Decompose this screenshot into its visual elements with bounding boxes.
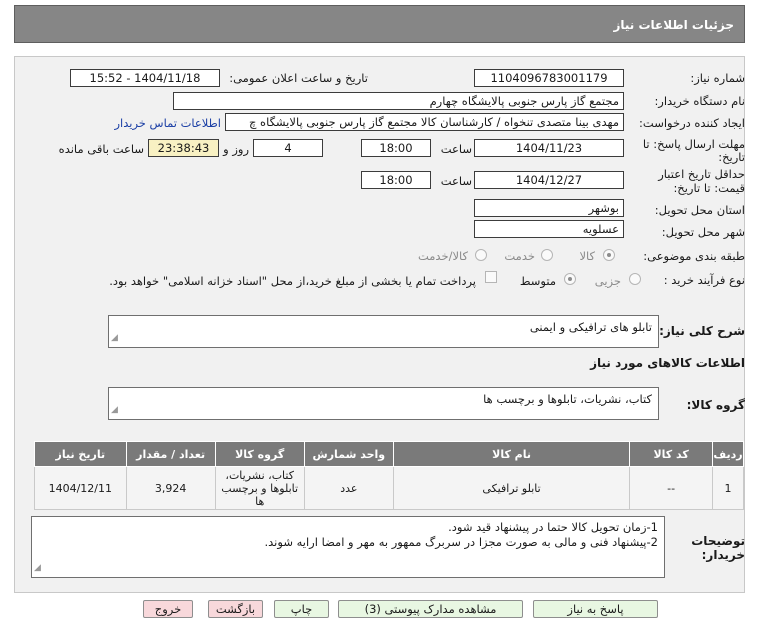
remaining-time-field: 23:38:43 [148, 139, 219, 157]
back-button[interactable]: بازگشت [208, 600, 263, 618]
col-row-header: ردیف [712, 441, 744, 467]
buyer-notes-textarea[interactable]: 1-زمان تحویل کالا حتما در پیشنهاد قید شو… [31, 516, 665, 578]
resize-grip-icon: ◢ [111, 405, 118, 415]
reply-time-field: 18:00 [361, 139, 431, 157]
col-name-header: نام کالا [392, 441, 631, 467]
price-validity-label: حداقل تاریخ اعتبار [658, 167, 745, 181]
category-radio-service[interactable] [541, 249, 553, 261]
goods-group-textarea[interactable]: کتاب، نشریات، تابلوها و برچسب ها ◢ [108, 387, 659, 420]
days-field: 4 [253, 139, 323, 157]
cell-code: -- [629, 466, 714, 510]
category-option-goods: کالا [579, 249, 595, 263]
validity-time-field: 18:00 [361, 171, 431, 189]
buyer-notes-label: توضیحات [691, 534, 745, 548]
resize-grip-icon: ◢ [34, 563, 41, 573]
process-radio-medium[interactable] [564, 273, 576, 285]
table-header-row: ردیف کد کالا نام کالا واحد شمارش گروه کا… [34, 441, 744, 467]
remaining-label: ساعت باقی مانده [58, 142, 144, 156]
description-textarea[interactable]: تابلو های ترافیکی و ایمنی ◢ [108, 315, 659, 348]
province-label: استان محل تحویل: [654, 203, 745, 217]
resize-grip-icon: ◢ [111, 333, 118, 343]
category-option-service: خدمت [504, 249, 535, 263]
category-label: طبقه بندی موضوعی: [643, 249, 745, 263]
city-field: عسلویه [474, 220, 624, 238]
reply-time-label: ساعت [440, 142, 472, 156]
buyer-notes-line-1: 1-زمان تحویل کالا حتما در پیشنهاد قید شو… [448, 520, 658, 534]
process-option-medium: متوسط [519, 274, 556, 288]
cell-group: کتاب، نشریات، تابلوها و برچسب ها [214, 466, 305, 510]
col-qty-header: تعداد / مقدار [125, 441, 216, 467]
cell-date: 1404/12/11 [34, 466, 127, 510]
process-label: نوع فرآیند خرید : [663, 273, 745, 287]
col-unit-header: واحد شمارش [303, 441, 394, 467]
cell-row: 1 [712, 466, 744, 510]
goods-group-label: گروه کالا: [686, 398, 745, 412]
price-validity-label-date: قیمت: تا تاریخ: [673, 181, 745, 195]
payment-note: پرداخت تمام یا بخشی از مبلغ خرید،از محل … [109, 274, 476, 288]
buyer-notes-line-2: 2-پیشنهاد فنی و مالی به صورت مجزا در سرب… [264, 535, 658, 549]
description-label: شرح کلی نیاز: [659, 324, 745, 338]
validity-date-field: 1404/12/27 [474, 171, 624, 189]
exit-button[interactable]: خروج [143, 600, 193, 618]
need-number-field: 1104096783001179 [474, 69, 624, 87]
cell-qty: 3,924 [125, 466, 216, 510]
cell-unit: عدد [303, 466, 394, 510]
page-header: جزئیات اطلاعات نیاز [14, 5, 745, 43]
page-title: جزئیات اطلاعات نیاز [613, 18, 734, 32]
print-button[interactable]: چاپ [274, 600, 329, 618]
creator-field: مهدی بینا متصدی تنخواه / کارشناسان کالا … [225, 113, 624, 131]
creator-label: ایجاد کننده درخواست: [639, 116, 745, 130]
reply-button[interactable]: پاسخ به نیاز [533, 600, 658, 618]
province-field: بوشهر [474, 199, 624, 217]
announce-datetime-field: 1404/11/18 - 15:52 [70, 69, 220, 87]
buyer-notes-label-2: خریدار: [701, 548, 745, 562]
items-table: ردیف کد کالا نام کالا واحد شمارش گروه کا… [34, 441, 744, 510]
col-date-header: تاریخ نیاز [34, 441, 127, 467]
days-label: روز و [223, 142, 249, 156]
need-number-label: شماره نیاز: [690, 71, 745, 85]
buyer-org-label: نام دستگاه خریدار: [654, 94, 745, 108]
treasury-checkbox[interactable] [485, 271, 497, 283]
col-group-header: گروه کالا [214, 441, 305, 467]
view-docs-button[interactable]: مشاهده مدارک پیوستی (3) [338, 600, 523, 618]
col-code-header: کد کالا [629, 441, 714, 467]
category-radio-goods-service[interactable] [475, 249, 487, 261]
description-text: تابلو های ترافیکی و ایمنی [529, 320, 652, 334]
contact-info-link[interactable]: اطلاعات تماس خریدار [114, 116, 221, 130]
announce-label: تاریخ و ساعت اعلان عمومی: [229, 71, 368, 85]
category-radio-goods[interactable] [603, 249, 615, 261]
category-option-goods-service: کالا/خدمت [417, 249, 468, 263]
reply-date-field: 1404/11/23 [474, 139, 624, 157]
city-label: شهر محل تحویل: [661, 225, 745, 239]
cell-name: تابلو ترافیکی [392, 466, 631, 510]
goods-group-text: کتاب، نشریات، تابلوها و برچسب ها [483, 392, 652, 406]
validity-time-label: ساعت [440, 174, 472, 188]
process-option-minor: جزیی [594, 274, 621, 288]
goods-info-title: اطلاعات کالاهای مورد نیاز [590, 356, 745, 370]
reply-deadline-label: مهلت ارسال پاسخ: تا [642, 137, 745, 151]
reply-deadline-label-date: تاریخ: [718, 150, 745, 164]
buyer-org-field: مجتمع گاز پارس جنوبی پالایشگاه چهارم [173, 92, 624, 110]
table-row[interactable]: 1 -- تابلو ترافیکی عدد کتاب، نشریات، تاب… [34, 466, 744, 510]
process-radio-minor[interactable] [629, 273, 641, 285]
